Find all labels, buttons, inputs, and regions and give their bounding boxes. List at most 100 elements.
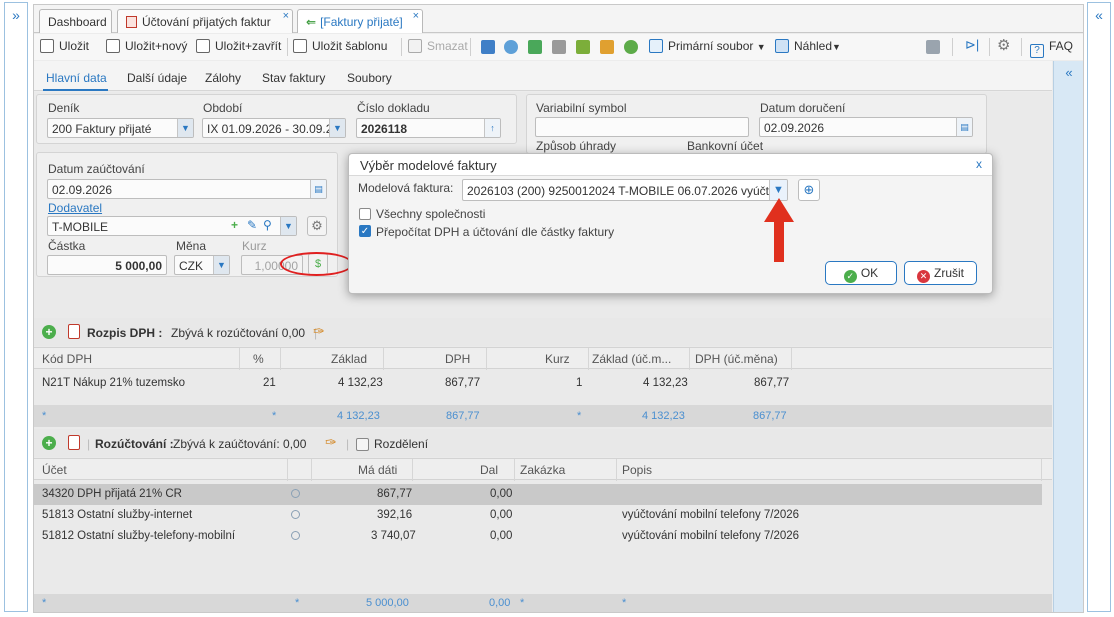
tab-received-invoices[interactable]: ⇐ [Faktury přijaté] × — [297, 9, 423, 33]
chart-icon[interactable] — [481, 40, 495, 54]
all-companies-checkbox[interactable] — [359, 208, 371, 220]
col-debit[interactable]: Má dáti — [358, 463, 397, 477]
tab-deposits[interactable]: Zálohy — [205, 71, 241, 85]
delete-button[interactable]: Smazat — [408, 39, 468, 53]
invoice-icon — [126, 16, 137, 28]
edit-icon[interactable]: ✎ — [247, 218, 257, 232]
model-invoice-select[interactable]: 2026103 (200) 9250012024 T-MOBILE 06.07.… — [462, 179, 788, 201]
add-icon[interactable]: + — [42, 325, 56, 339]
split-button[interactable]: Rozdělení — [356, 437, 428, 451]
currency-label: Měna — [176, 239, 207, 253]
table-row[interactable]: 51813 Ostatní služby-internet 392,16 0,0… — [34, 505, 1042, 526]
chevron-down-icon[interactable]: ▼ — [280, 217, 296, 235]
table-row[interactable]: 51812 Ostatní služby-telefony-mobilní 3 … — [34, 526, 1042, 547]
delete-icon[interactable] — [68, 435, 80, 450]
divider: | — [87, 437, 91, 451]
right-collapse-strip[interactable]: « — [1087, 2, 1111, 612]
tab-other-data[interactable]: Další údaje — [127, 71, 187, 85]
tools-icon[interactable] — [926, 40, 940, 54]
faq-button[interactable]: ? FAQ — [1030, 39, 1073, 58]
table-row[interactable]: N21T Nákup 21% tuzemsko 21 4 132,23 867,… — [34, 373, 1042, 394]
calendar-icon[interactable]: ▤ — [956, 118, 972, 136]
col-vat-code[interactable]: Kód DPH — [42, 352, 92, 366]
tab-dashboard[interactable]: Dashboard — [39, 9, 112, 33]
save-close-icon — [196, 39, 210, 53]
search-icon[interactable] — [291, 531, 300, 543]
save-new-button[interactable]: Uložit+nový — [106, 39, 187, 53]
col-vat[interactable]: DPH — [445, 352, 470, 366]
chevron-down-icon[interactable]: ▼ — [329, 119, 345, 137]
bank-account-label: Bankovní účet — [687, 139, 764, 153]
col-rate[interactable]: Kurz — [545, 352, 570, 366]
period-select[interactable]: IX 01.09.2026 - 30.09.2 ▼ — [202, 118, 346, 138]
allocation-grid-header: Účet Má dáti Dal Zakázka Popis — [34, 458, 1052, 481]
calendar-icon[interactable]: ▤ — [310, 180, 326, 198]
zoom-search-icon[interactable]: ⊕ — [798, 179, 820, 201]
tab-main-data[interactable]: Hlavní data — [46, 71, 107, 85]
close-tab-icon[interactable]: × — [283, 10, 289, 22]
globe-icon[interactable] — [504, 40, 518, 54]
right-side-panel[interactable]: « — [1053, 61, 1083, 612]
delivery-date-field[interactable]: 02.09.2026 ▤ — [759, 117, 973, 137]
search-icon[interactable] — [291, 489, 300, 501]
save-template-button[interactable]: Uložit šablonu — [293, 39, 387, 53]
ok-button[interactable]: ✓ OK — [825, 261, 897, 285]
left-collapse-strip[interactable]: » — [4, 2, 28, 612]
allocation-remaining: Zbývá k zaúčtování: 0,00 — [173, 437, 307, 451]
amount-field[interactable]: 5 000,00 — [47, 255, 167, 275]
arrow-up-icon[interactable]: ↑ — [484, 119, 500, 137]
col-base-acc[interactable]: Základ (úč.m... — [592, 352, 671, 366]
doc-number-field[interactable]: 2026118 ↑ — [356, 118, 501, 138]
gear-icon[interactable]: ⚙ — [997, 36, 1010, 54]
dialog-title: Výběr modelové faktury — [360, 158, 497, 173]
col-description[interactable]: Popis — [622, 463, 652, 477]
next-icon[interactable]: ⊳| — [965, 37, 979, 53]
save-button[interactable]: Uložit — [40, 39, 89, 53]
chevron-down-icon[interactable]: ▼ — [177, 119, 193, 137]
supplier-link[interactable]: Dodavatel — [48, 201, 102, 215]
col-base[interactable]: Základ — [331, 352, 367, 366]
wrench-icon[interactable]: ✑ — [313, 323, 325, 340]
cart-icon[interactable] — [552, 40, 566, 54]
refresh-icon[interactable] — [624, 40, 638, 54]
col-percent[interactable]: % — [253, 352, 264, 366]
tab-invoice-status[interactable]: Stav faktury — [262, 71, 325, 85]
var-symbol-field[interactable] — [535, 117, 749, 137]
currency-select[interactable]: CZK ▼ — [174, 255, 230, 275]
close-tab-icon[interactable]: × — [413, 10, 419, 22]
search-icon[interactable]: ⚲ — [263, 218, 272, 232]
col-order[interactable]: Zakázka — [520, 463, 565, 477]
add-icon[interactable]: + — [42, 436, 56, 450]
save-icon — [40, 39, 54, 53]
vat-grid-footer: * * 4 132,23 867,77 * 4 132,23 867,77 — [34, 405, 1052, 427]
basket-icon[interactable] — [576, 40, 590, 54]
settings-gear-icon[interactable]: ⚙ — [307, 216, 327, 236]
col-account[interactable]: Účet — [42, 463, 67, 477]
preview-menu[interactable]: Náhled▼ — [775, 39, 841, 53]
expand-left-icon[interactable]: » — [5, 7, 27, 23]
expand-right-icon[interactable]: « — [1088, 7, 1110, 23]
divider: | — [346, 437, 350, 451]
chevron-down-icon[interactable]: ▼ — [213, 256, 229, 274]
lock-icon[interactable] — [600, 40, 614, 54]
recalc-checkbox[interactable]: ✓ — [359, 225, 371, 237]
journal-label: Deník — [48, 101, 80, 115]
delete-icon[interactable] — [68, 324, 80, 339]
primary-file-menu[interactable]: Primární soubor ▼ — [649, 39, 766, 53]
table-row[interactable]: 34320 DPH přijatá 21% CR 867,77 0,00 — [34, 484, 1042, 505]
collapse-panel-icon[interactable]: « — [1054, 65, 1084, 80]
col-credit[interactable]: Dal — [480, 463, 498, 477]
add-icon[interactable]: + — [231, 218, 238, 232]
book-icon[interactable] — [528, 40, 542, 54]
supplier-field[interactable]: T-MOBILE + ✎ ⚲ ▼ — [47, 216, 297, 236]
journal-select[interactable]: 200 Faktury přijaté ▼ — [47, 118, 194, 138]
tab-files[interactable]: Soubory — [347, 71, 392, 85]
close-icon[interactable]: x — [976, 157, 982, 171]
search-icon[interactable] — [291, 510, 300, 522]
tab-invoice-posting[interactable]: Účtování přijatých faktur × — [117, 9, 293, 33]
wrench-icon[interactable]: ✑ — [325, 434, 337, 451]
col-vat-acc[interactable]: DPH (úč.měna) — [695, 352, 778, 366]
cancel-button[interactable]: ✕ Zrušit — [904, 261, 977, 285]
posting-date-field[interactable]: 02.09.2026 ▤ — [47, 179, 327, 199]
save-close-button[interactable]: Uložit+zavřít — [196, 39, 281, 53]
